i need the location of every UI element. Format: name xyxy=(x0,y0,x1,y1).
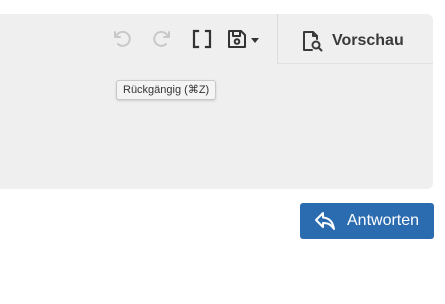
fullscreen-button[interactable] xyxy=(187,28,217,54)
save-draft-button[interactable] xyxy=(223,28,263,54)
reply-label: Antworten xyxy=(347,212,420,229)
brackets-icon xyxy=(191,28,213,55)
toolbar-bottom-border xyxy=(277,63,433,64)
reply-button[interactable]: Antworten xyxy=(300,203,434,239)
undo-icon xyxy=(111,28,133,55)
caret-down-icon xyxy=(250,32,260,50)
document-search-icon xyxy=(300,29,324,53)
undo-tooltip: Rückgängig (⌘Z) xyxy=(116,80,217,100)
preview-label: Vorschau xyxy=(332,32,404,49)
undo-button[interactable] xyxy=(108,28,136,54)
floppy-disk-icon xyxy=(226,28,248,55)
reply-arrow-icon xyxy=(313,209,337,233)
toolbar-divider xyxy=(277,14,278,64)
preview-button[interactable]: Vorschau xyxy=(300,26,418,56)
redo-icon xyxy=(151,28,173,55)
redo-button[interactable] xyxy=(148,28,176,54)
